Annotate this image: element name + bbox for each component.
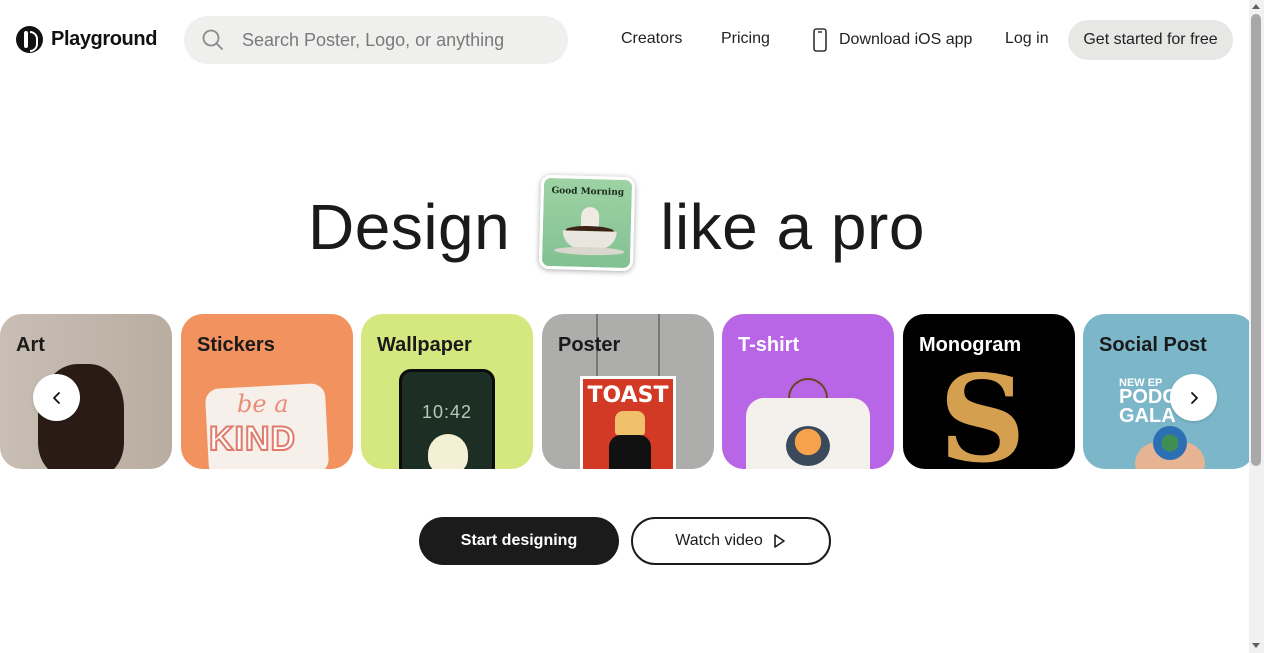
header: Playground Creators Pricing Download iOS…: [0, 0, 1249, 80]
scrollbar-thumb[interactable]: [1251, 14, 1261, 466]
social-text-line-3: GALA: [1119, 405, 1176, 428]
phone-flower: [428, 434, 468, 469]
category-label: Art: [16, 334, 45, 356]
play-icon: [773, 534, 785, 548]
category-card-tshirt[interactable]: T-shirt: [722, 314, 894, 469]
carousel-next-button[interactable]: [1170, 374, 1217, 421]
scroll-up-arrow-icon[interactable]: [1252, 4, 1260, 9]
watch-video-label: Watch video: [675, 532, 763, 549]
tshirt-hanger: [788, 378, 828, 400]
category-card-poster[interactable]: TOAST Poster: [542, 314, 714, 469]
hero-sticker-image: Good Morning: [539, 174, 636, 272]
chevron-right-icon: [1190, 391, 1198, 404]
nav-download-ios-label: Download iOS app: [839, 31, 973, 48]
nav-login[interactable]: Log in: [1005, 30, 1049, 48]
phone-icon: [813, 28, 827, 52]
page: Playground Creators Pricing Download iOS…: [0, 0, 1264, 653]
tshirt-print: [786, 426, 830, 466]
hero-sticker-saucer: [554, 246, 625, 256]
category-label: Monogram: [919, 334, 1022, 356]
search-bar[interactable]: [184, 16, 568, 64]
category-card-art[interactable]: Art: [0, 314, 172, 469]
get-started-button[interactable]: Get started for free: [1068, 20, 1233, 60]
monogram-letter: S: [939, 349, 1026, 470]
poster-bread: [615, 411, 645, 435]
search-icon: [202, 29, 223, 50]
category-label: T-shirt: [738, 334, 800, 356]
social-post-image-text: NEW EP PODC GALA: [1119, 377, 1177, 428]
hero-text-before: Design: [308, 191, 511, 263]
search-input[interactable]: [242, 29, 542, 51]
category-card-wallpaper[interactable]: 10:42 Wallpaper: [361, 314, 533, 469]
playground-logo-icon: [16, 26, 43, 53]
category-carousel: Art be a KIND Stickers 10:42 Wallpaper T…: [0, 314, 1249, 469]
phone-time: 10:42: [422, 402, 473, 422]
sticker-text-kind: KIND: [208, 419, 297, 459]
poster-toast-text: TOAST: [587, 383, 669, 408]
category-label: Stickers: [197, 334, 275, 356]
category-label: Social Post: [1099, 334, 1207, 356]
start-designing-button[interactable]: Start designing: [419, 517, 619, 565]
nav-download-ios[interactable]: Download iOS app: [811, 28, 972, 52]
category-card-social-post[interactable]: NEW EP PODC GALA Social Post: [1083, 314, 1249, 469]
category-label: Wallpaper: [377, 334, 472, 356]
category-card-stickers[interactable]: be a KIND Stickers: [181, 314, 353, 469]
hero-heading: Design Good Morning like a pro: [308, 174, 925, 274]
category-card-monogram[interactable]: S Monogram: [903, 314, 1075, 469]
nav-pricing[interactable]: Pricing: [721, 30, 770, 48]
hero-sticker-title: Good Morning: [551, 186, 625, 198]
carousel-prev-button[interactable]: [33, 374, 80, 421]
watch-video-button[interactable]: Watch video: [631, 517, 831, 565]
sticker-text-be-a: be a: [237, 390, 289, 418]
page-scrollbar[interactable]: [1249, 0, 1264, 653]
category-label: Poster: [558, 334, 621, 356]
scroll-down-arrow-icon[interactable]: [1252, 643, 1260, 648]
logo[interactable]: Playground: [16, 26, 157, 53]
social-globe: [1153, 426, 1187, 460]
hero-text-after: like a pro: [660, 191, 925, 263]
poster-image: TOAST: [580, 376, 676, 469]
nav-creators[interactable]: Creators: [621, 30, 682, 48]
chevron-left-icon: [52, 391, 60, 404]
poster-string-right: [658, 314, 660, 378]
brand-name: Playground: [51, 28, 158, 50]
poster-cat: [609, 435, 651, 469]
wallpaper-phone-image: 10:42: [399, 369, 495, 469]
